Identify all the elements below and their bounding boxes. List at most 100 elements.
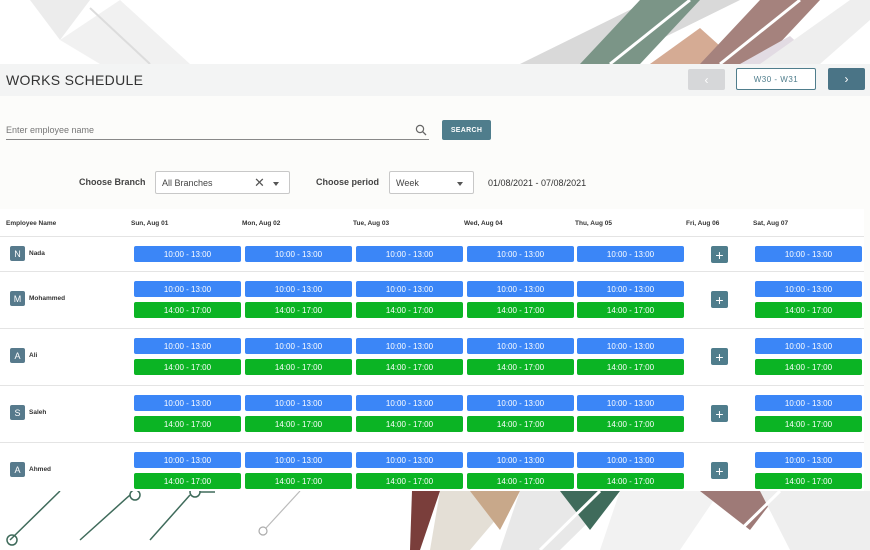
shift-wed-afternoon[interactable]: 14:00 - 17:00	[467, 359, 574, 375]
employee-search-input[interactable]	[6, 120, 429, 140]
employee-column-header: Employee Name	[6, 220, 57, 227]
plus-icon: +	[715, 405, 724, 422]
previous-week-button[interactable]: ‹	[688, 69, 725, 90]
table-row: A Ahmed 10:00 - 13:00 14:00 - 17:00 10:00 - …	[0, 442, 864, 491]
avatar: S	[10, 405, 25, 420]
shift-mon-morning[interactable]: 10:00 - 13:00	[245, 395, 352, 411]
shift-thu-afternoon[interactable]: 14:00 - 17:00	[577, 359, 684, 375]
shift-tue-morning[interactable]: 10:00 - 13:00	[356, 338, 463, 354]
day-header-sat: Sat, Aug 07	[753, 220, 789, 227]
shift-tue-afternoon[interactable]: 14:00 - 17:00	[356, 416, 463, 432]
shift-sat-morning[interactable]: 10:00 - 13:00	[755, 338, 862, 354]
shift-mon-morning[interactable]: 10:00 - 13:00	[245, 281, 352, 297]
page-title: WORKS SCHEDULE	[6, 72, 144, 88]
shift-thu-afternoon[interactable]: 14:00 - 17:00	[577, 302, 684, 318]
next-week-button[interactable]: ›	[828, 68, 865, 90]
employee-name: Saleh	[29, 409, 47, 416]
employee-cell: A Ahmed	[10, 462, 51, 477]
shift-tue-afternoon[interactable]: 14:00 - 17:00	[356, 473, 463, 489]
shift-tue-afternoon[interactable]: 14:00 - 17:00	[356, 359, 463, 375]
add-shift-button[interactable]: +	[711, 348, 728, 365]
period-label: Choose period	[316, 177, 380, 187]
shift-wed-morning[interactable]: 10:00 - 13:00	[467, 395, 574, 411]
shift-mon-afternoon[interactable]: 14:00 - 17:00	[245, 302, 352, 318]
shift-mon-morning[interactable]: 10:00 - 13:00	[245, 452, 352, 468]
shift-mon-afternoon[interactable]: 14:00 - 17:00	[245, 416, 352, 432]
shift-wed-afternoon[interactable]: 14:00 - 17:00	[467, 416, 574, 432]
shift-wed-morning[interactable]: 10:00 - 13:00	[467, 452, 574, 468]
shift-mon-afternoon[interactable]: 14:00 - 17:00	[245, 359, 352, 375]
caret-down-icon	[273, 182, 279, 186]
shift-sun-morning[interactable]: 10:00 - 13:00	[134, 246, 241, 262]
shift-wed-morning[interactable]: 10:00 - 13:00	[467, 338, 574, 354]
shift-sat-afternoon[interactable]: 14:00 - 17:00	[755, 302, 862, 318]
shift-sun-afternoon[interactable]: 14:00 - 17:00	[134, 302, 241, 318]
employee-cell: M Mohammed	[10, 291, 65, 306]
avatar: N	[10, 246, 25, 261]
shift-sun-afternoon[interactable]: 14:00 - 17:00	[134, 416, 241, 432]
avatar: A	[10, 348, 25, 363]
shift-thu-afternoon[interactable]: 14:00 - 17:00	[577, 473, 684, 489]
shift-sun-morning[interactable]: 10:00 - 13:00	[134, 452, 241, 468]
week-range-button[interactable]: W30 - W31	[736, 68, 816, 90]
shift-wed-afternoon[interactable]: 14:00 - 17:00	[467, 302, 574, 318]
shift-tue-afternoon[interactable]: 14:00 - 17:00	[356, 302, 463, 318]
add-shift-button[interactable]: +	[711, 405, 728, 422]
shift-sun-afternoon[interactable]: 14:00 - 17:00	[134, 473, 241, 489]
search-icon[interactable]	[415, 124, 427, 136]
shift-thu-morning[interactable]: 10:00 - 13:00	[577, 246, 684, 262]
plus-icon: +	[715, 291, 724, 308]
shift-tue-morning[interactable]: 10:00 - 13:00	[356, 281, 463, 297]
table-row: N Nada 10:00 - 13:00 10:00 - 13:00 10:00 - 1…	[0, 236, 864, 271]
period-select-value: Week	[396, 177, 419, 188]
shift-thu-afternoon[interactable]: 14:00 - 17:00	[577, 416, 684, 432]
day-header-wed: Wed, Aug 04	[464, 220, 503, 227]
shift-tue-morning[interactable]: 10:00 - 13:00	[356, 246, 463, 262]
plus-icon: +	[715, 462, 724, 479]
shift-mon-morning[interactable]: 10:00 - 13:00	[245, 338, 352, 354]
shift-mon-morning[interactable]: 10:00 - 13:00	[245, 246, 352, 262]
search-button[interactable]: SEARCH	[442, 120, 491, 140]
employee-name: Nada	[29, 250, 45, 257]
table-row: A Ali 10:00 - 13:00 14:00 - 17:00 10:00 - 13…	[0, 328, 864, 385]
shift-sat-afternoon[interactable]: 14:00 - 17:00	[755, 473, 862, 489]
branch-select-value: All Branches	[162, 177, 213, 188]
add-shift-button[interactable]: +	[711, 246, 728, 263]
shift-wed-morning[interactable]: 10:00 - 13:00	[467, 281, 574, 297]
shift-sat-afternoon[interactable]: 14:00 - 17:00	[755, 359, 862, 375]
shift-sat-morning[interactable]: 10:00 - 13:00	[755, 452, 862, 468]
shift-thu-morning[interactable]: 10:00 - 13:00	[577, 281, 684, 297]
branch-label: Choose Branch	[79, 177, 146, 187]
shift-sat-morning[interactable]: 10:00 - 13:00	[755, 246, 862, 262]
close-icon[interactable]: ✕	[254, 176, 265, 189]
shift-sun-morning[interactable]: 10:00 - 13:00	[134, 338, 241, 354]
shift-sat-afternoon[interactable]: 14:00 - 17:00	[755, 416, 862, 432]
shift-wed-afternoon[interactable]: 14:00 - 17:00	[467, 473, 574, 489]
shift-tue-morning[interactable]: 10:00 - 13:00	[356, 395, 463, 411]
chevron-right-icon: ›	[844, 72, 849, 86]
employee-name: Ahmed	[29, 466, 52, 473]
shift-thu-morning[interactable]: 10:00 - 13:00	[577, 452, 684, 468]
shift-sun-morning[interactable]: 10:00 - 13:00	[134, 281, 241, 297]
period-select[interactable]: Week	[389, 171, 474, 194]
shift-thu-morning[interactable]: 10:00 - 13:00	[577, 338, 684, 354]
employee-cell: A Ali	[10, 348, 37, 363]
day-header-thu: Thu, Aug 05	[575, 220, 612, 227]
shift-sun-morning[interactable]: 10:00 - 13:00	[134, 395, 241, 411]
shift-tue-morning[interactable]: 10:00 - 13:00	[356, 452, 463, 468]
schedule-table: Employee Name Sun, Aug 01 Mon, Aug 02 Tu…	[0, 209, 864, 491]
day-header-sun: Sun, Aug 01	[131, 220, 169, 227]
shift-thu-morning[interactable]: 10:00 - 13:00	[577, 395, 684, 411]
day-header-fri: Fri, Aug 06	[686, 220, 720, 227]
day-header-tue: Tue, Aug 03	[353, 220, 390, 227]
avatar: A	[10, 462, 25, 477]
shift-sun-afternoon[interactable]: 14:00 - 17:00	[134, 359, 241, 375]
shift-sat-morning[interactable]: 10:00 - 13:00	[755, 395, 862, 411]
branch-select[interactable]: All Branches ✕	[155, 171, 290, 194]
shift-mon-afternoon[interactable]: 14:00 - 17:00	[245, 473, 352, 489]
shift-wed-morning[interactable]: 10:00 - 13:00	[467, 246, 574, 262]
shift-sat-morning[interactable]: 10:00 - 13:00	[755, 281, 862, 297]
add-shift-button[interactable]: +	[711, 462, 728, 479]
table-row: M Mohammed 10:00 - 13:00 14:00 - 17:00 10:00…	[0, 271, 864, 328]
add-shift-button[interactable]: +	[711, 291, 728, 308]
